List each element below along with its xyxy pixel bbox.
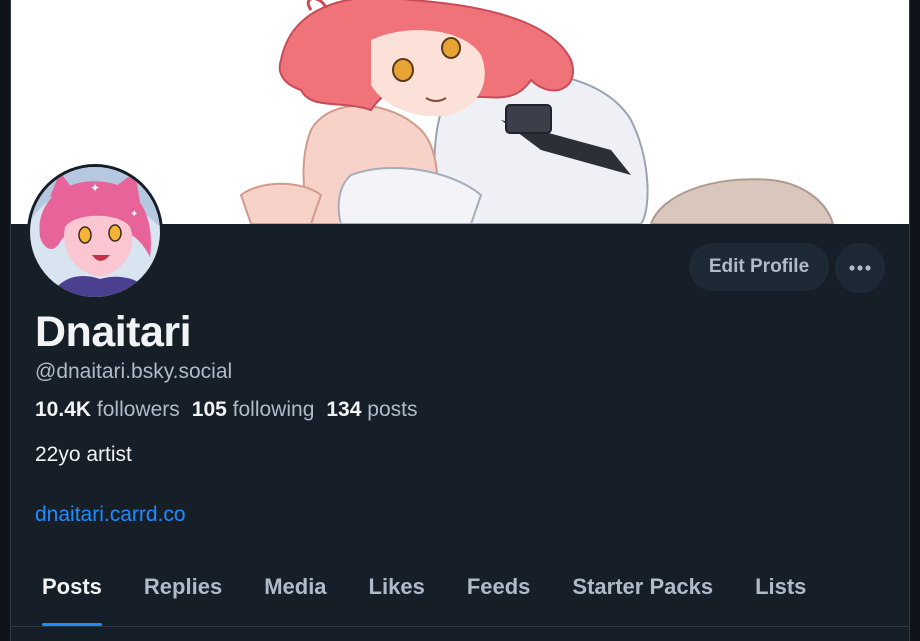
profile-handle: @dnaitari.bsky.social	[35, 360, 233, 383]
avatar[interactable]: ✦ ✦	[27, 164, 163, 300]
more-options-button[interactable]	[835, 243, 885, 293]
tab-label: Starter Packs	[572, 574, 714, 599]
edit-profile-button[interactable]: Edit Profile	[689, 243, 829, 291]
posts-count: 134	[326, 398, 362, 421]
tab-media[interactable]: Media	[243, 556, 347, 626]
profile-bio: 22yo artist	[35, 443, 132, 466]
tab-label: Media	[264, 574, 327, 599]
tab-feeds[interactable]: Feeds	[446, 556, 552, 626]
following-count: 105	[191, 398, 227, 421]
tab-label: Posts	[42, 574, 102, 599]
svg-text:✦: ✦	[90, 181, 100, 195]
posts-stat: 134 posts	[326, 396, 417, 424]
tab-label: Replies	[143, 574, 223, 599]
profile-page: ✦ ✦ Edit Profile Dnaitari @dnaitari.bsky…	[10, 0, 910, 641]
display-name: Dnaitari	[35, 308, 192, 356]
profile-stats: 10.4K followers 105 following 134 posts	[35, 396, 417, 424]
tab-starter-packs[interactable]: Starter Packs	[551, 556, 734, 626]
followers-label: followers	[96, 398, 180, 421]
profile-link[interactable]: dnaitari.carrd.co	[35, 501, 186, 529]
ellipsis-icon	[849, 265, 871, 271]
tab-label: Likes	[368, 574, 425, 599]
profile-tabs: Posts Replies Media Likes Feeds Starter …	[11, 556, 909, 626]
tab-lists[interactable]: Lists	[734, 556, 827, 626]
tab-label: Feeds	[466, 574, 531, 599]
following-stat[interactable]: 105 following	[192, 396, 315, 424]
tab-replies[interactable]: Replies	[123, 556, 243, 626]
followers-count: 10.4K	[35, 398, 92, 421]
posts-label: posts	[367, 398, 418, 421]
svg-text:✦: ✦	[130, 209, 138, 220]
followers-stat[interactable]: 10.4K followers	[35, 396, 180, 424]
avatar-illustration: ✦ ✦	[30, 167, 160, 297]
tab-likes[interactable]: Likes	[348, 556, 446, 626]
tab-posts[interactable]: Posts	[21, 556, 123, 626]
following-label: following	[232, 398, 315, 421]
tabs-divider	[11, 626, 909, 627]
tab-label: Lists	[755, 574, 807, 599]
